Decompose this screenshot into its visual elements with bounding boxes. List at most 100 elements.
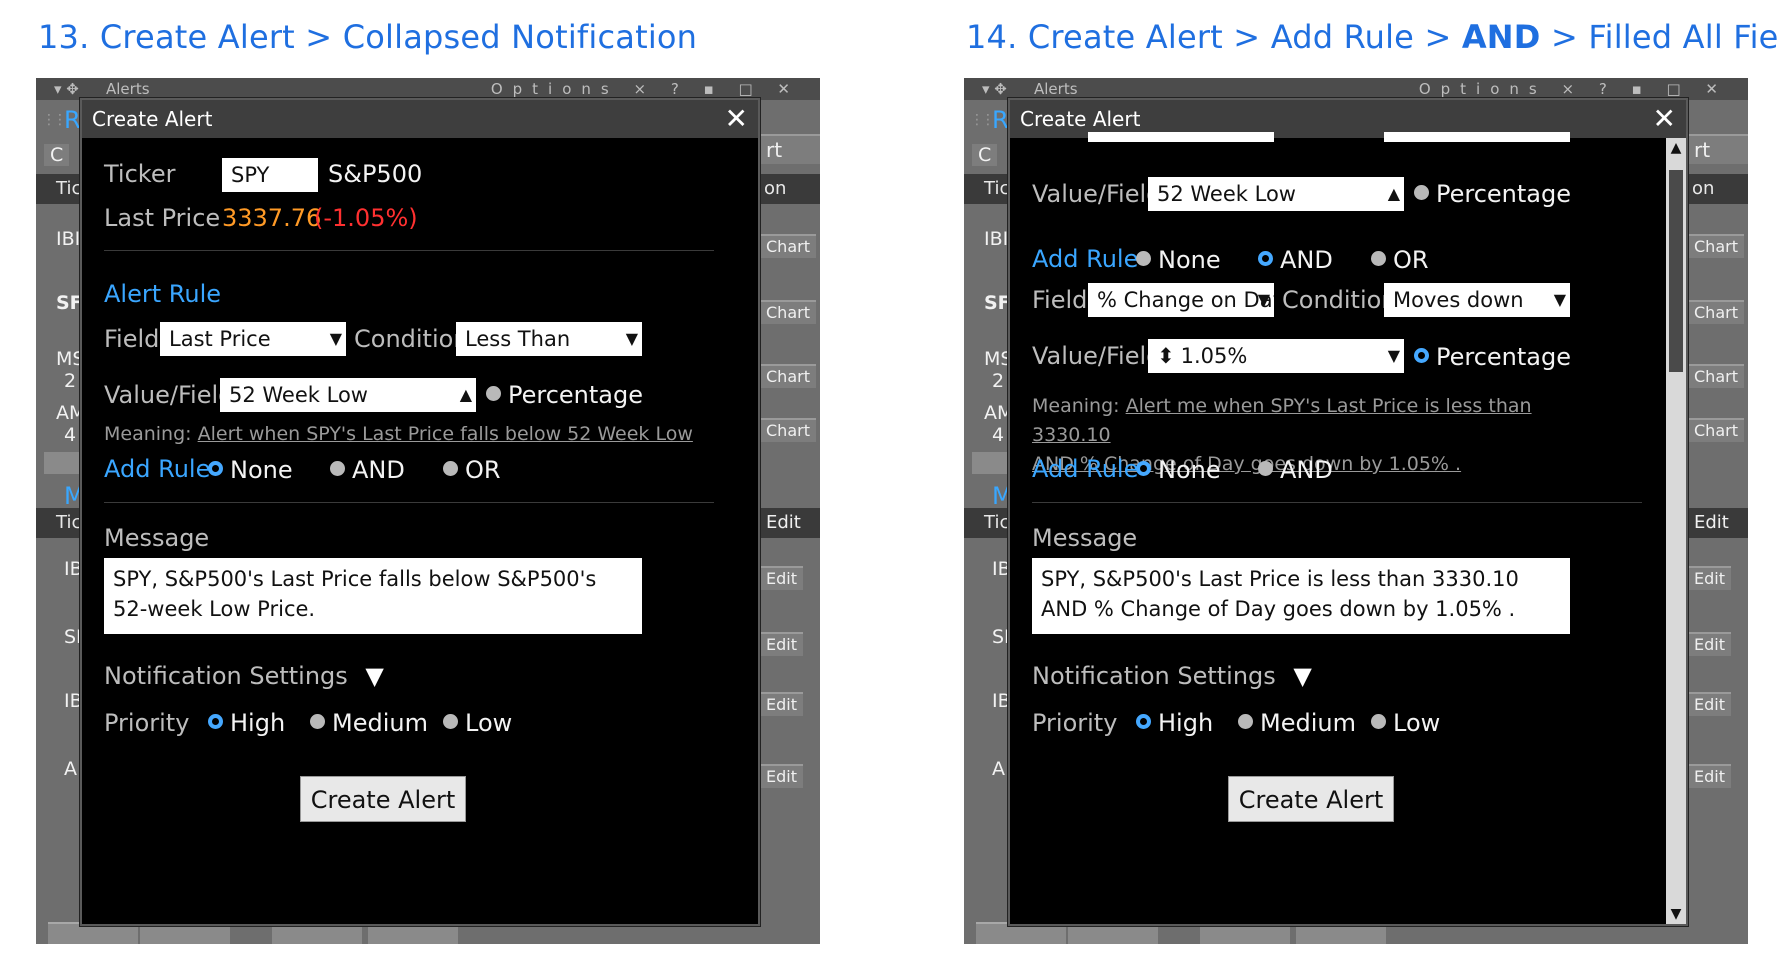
priority-medium-label: Medium: [1260, 709, 1356, 737]
bg-edit-button[interactable]: Edit: [1688, 632, 1731, 656]
scroll-up-icon[interactable]: ▲: [1666, 138, 1686, 158]
meaning-prefix: Meaning:: [1032, 395, 1120, 417]
bg-chart-button[interactable]: Chart: [1688, 418, 1744, 442]
add-rule-none-radio[interactable]: None: [1136, 246, 1221, 274]
bg-button[interactable]: [972, 452, 1012, 474]
dialog-scrollbar[interactable]: ▲ ▼: [1666, 138, 1686, 924]
options-menu[interactable]: Options ×: [1419, 80, 1584, 98]
field-select[interactable]: Last Price ▼: [160, 322, 346, 356]
add-rule-and-radio[interactable]: AND: [1258, 246, 1333, 274]
add-rule-2-and-radio[interactable]: AND: [1258, 456, 1333, 484]
bg-col-ticker: Tic: [984, 512, 1010, 533]
value-field-select[interactable]: 52 Week Low ▲: [1148, 177, 1404, 211]
priority-high-radio[interactable]: High: [1136, 709, 1213, 737]
add-rule-or-radio[interactable]: OR: [1371, 246, 1429, 274]
close-icon[interactable]: ✕: [1653, 100, 1676, 138]
bg-chart-button[interactable]: Chart: [1688, 364, 1744, 388]
create-alert-button[interactable]: Create Alert: [1228, 776, 1394, 822]
bg-edit-button[interactable]: Edit: [760, 764, 803, 788]
bg-row-count: 2: [992, 370, 1005, 392]
dialog-title: Create Alert: [92, 107, 213, 131]
bg-edit-button[interactable]: Edit: [760, 566, 803, 590]
add-rule-and-label: AND: [1280, 246, 1333, 274]
bg-col-ticker: Tic: [56, 178, 82, 199]
priority-low-label: Low: [1393, 709, 1441, 737]
bg-edit-button[interactable]: Edit: [1688, 764, 1731, 788]
ticker-input[interactable]: SPY: [222, 158, 318, 192]
field-select-value: % Change on Day: [1097, 288, 1274, 312]
bg-alert-button[interactable]: rt: [760, 134, 820, 164]
collapse-icon[interactable]: ▾ ✥: [982, 78, 1007, 100]
window-controls[interactable]: Options × ? ▪ □ ✕: [491, 78, 800, 100]
add-rule-none-radio[interactable]: None: [208, 456, 293, 484]
condition-select[interactable]: Moves down ▼: [1384, 283, 1570, 317]
bg-alert-button[interactable]: rt: [1688, 134, 1748, 164]
percentage-2-radio[interactable]: Percentage: [1414, 343, 1571, 371]
bg-chart-button[interactable]: Chart: [760, 364, 816, 388]
meaning-prefix: Meaning:: [104, 423, 192, 445]
scrolled-input[interactable]: [1088, 132, 1274, 142]
bg-chart-button[interactable]: Chart: [1688, 300, 1744, 324]
add-rule-2-none-label: None: [1158, 456, 1221, 484]
bg-button[interactable]: C: [44, 144, 70, 166]
stepper-icon[interactable]: ⬍: [1157, 344, 1175, 368]
bg-chart-button[interactable]: Chart: [760, 300, 816, 324]
options-menu[interactable]: Options ×: [491, 80, 656, 98]
add-rule-or-label: OR: [1393, 246, 1429, 274]
notification-settings-toggle[interactable]: Notification Settings ▼: [104, 662, 384, 690]
bg-edit-button[interactable]: Edit: [1688, 692, 1731, 716]
drag-handle-icon[interactable]: ⋮⋮: [42, 112, 67, 128]
bg-chart-button[interactable]: Chart: [760, 418, 816, 442]
window-controls[interactable]: Options × ? ▪ □ ✕: [1419, 78, 1728, 100]
add-rule-or-radio[interactable]: OR: [443, 456, 501, 484]
radio-icon: [1414, 185, 1429, 200]
percentage-checkbox[interactable]: Percentage: [486, 381, 643, 409]
bg-edit-button[interactable]: Edit: [760, 692, 803, 716]
radio-selected-icon: [1414, 348, 1429, 363]
panel-13-heading: 13. Create Alert > Collapsed Notificatio…: [38, 18, 697, 56]
drag-handle-icon[interactable]: ⋮⋮: [970, 112, 995, 128]
add-rule-and-radio[interactable]: AND: [330, 456, 405, 484]
create-alert-button[interactable]: Create Alert: [300, 776, 466, 822]
priority-medium-radio[interactable]: Medium: [310, 709, 428, 737]
bg-chart-button[interactable]: Chart: [1688, 234, 1744, 258]
alerts-window-title: Alerts: [106, 80, 150, 98]
bg-edit-button[interactable]: Edit: [760, 632, 803, 656]
field-select[interactable]: % Change on Day ▼: [1088, 283, 1274, 317]
value-field-select[interactable]: 52 Week Low ▲: [220, 378, 476, 412]
window-control-icons[interactable]: ? ▪ □ ✕: [671, 80, 800, 98]
close-icon[interactable]: ✕: [725, 100, 748, 138]
bg-button[interactable]: C: [972, 144, 998, 166]
meaning-text: Meaning: Alert when SPY's Last Price fal…: [104, 420, 693, 449]
panel-14-heading: 14. Create Alert > Add Rule > AND > Fill…: [966, 18, 1780, 56]
bg-chart-button[interactable]: Chart: [760, 234, 816, 258]
scrollbar-thumb[interactable]: [1669, 170, 1683, 372]
value-field-select-value: 52 Week Low: [1157, 182, 1296, 206]
value-field-label: Value/Field: [1032, 180, 1162, 208]
bg-edit-button[interactable]: Edit: [1688, 566, 1731, 590]
condition-select[interactable]: Less Than ▼: [456, 322, 642, 356]
message-textarea[interactable]: SPY, S&P500's Last Price is less than 33…: [1032, 558, 1570, 634]
bg-button[interactable]: [44, 452, 84, 474]
ticker-input-value: SPY: [231, 163, 270, 187]
priority-low-radio[interactable]: Low: [1371, 709, 1440, 737]
priority-high-radio[interactable]: High: [208, 709, 285, 737]
notification-settings-toggle[interactable]: Notification Settings ▼: [1032, 662, 1312, 690]
scroll-down-icon[interactable]: ▼: [1666, 904, 1686, 924]
priority-medium-radio[interactable]: Medium: [1238, 709, 1356, 737]
chevron-down-icon: ▼: [1387, 346, 1400, 365]
scrolled-input[interactable]: [1384, 132, 1570, 142]
meaning-link[interactable]: Alert when SPY's Last Price falls below …: [198, 423, 693, 445]
value-field-2-input[interactable]: ⬍ 1.05% ▼: [1148, 339, 1404, 373]
alert-rule-heading: Alert Rule: [104, 280, 221, 308]
collapse-icon[interactable]: ▾ ✥: [54, 78, 79, 100]
bg-right-column: rt Chart Chart Chart Chart Edit Edit Edi…: [760, 100, 820, 944]
window-control-icons[interactable]: ? ▪ □ ✕: [1599, 80, 1728, 98]
bg-row-ticker: A: [64, 758, 77, 780]
message-textarea[interactable]: SPY, S&P500's Last Price falls below S&P…: [104, 558, 642, 634]
percentage-label: Percentage: [1436, 180, 1572, 208]
percentage-checkbox[interactable]: Percentage: [1414, 180, 1571, 208]
add-rule-2-none-radio[interactable]: None: [1136, 456, 1221, 484]
priority-low-radio[interactable]: Low: [443, 709, 512, 737]
message-text: SPY, S&P500's Last Price is less than 33…: [1041, 567, 1519, 621]
